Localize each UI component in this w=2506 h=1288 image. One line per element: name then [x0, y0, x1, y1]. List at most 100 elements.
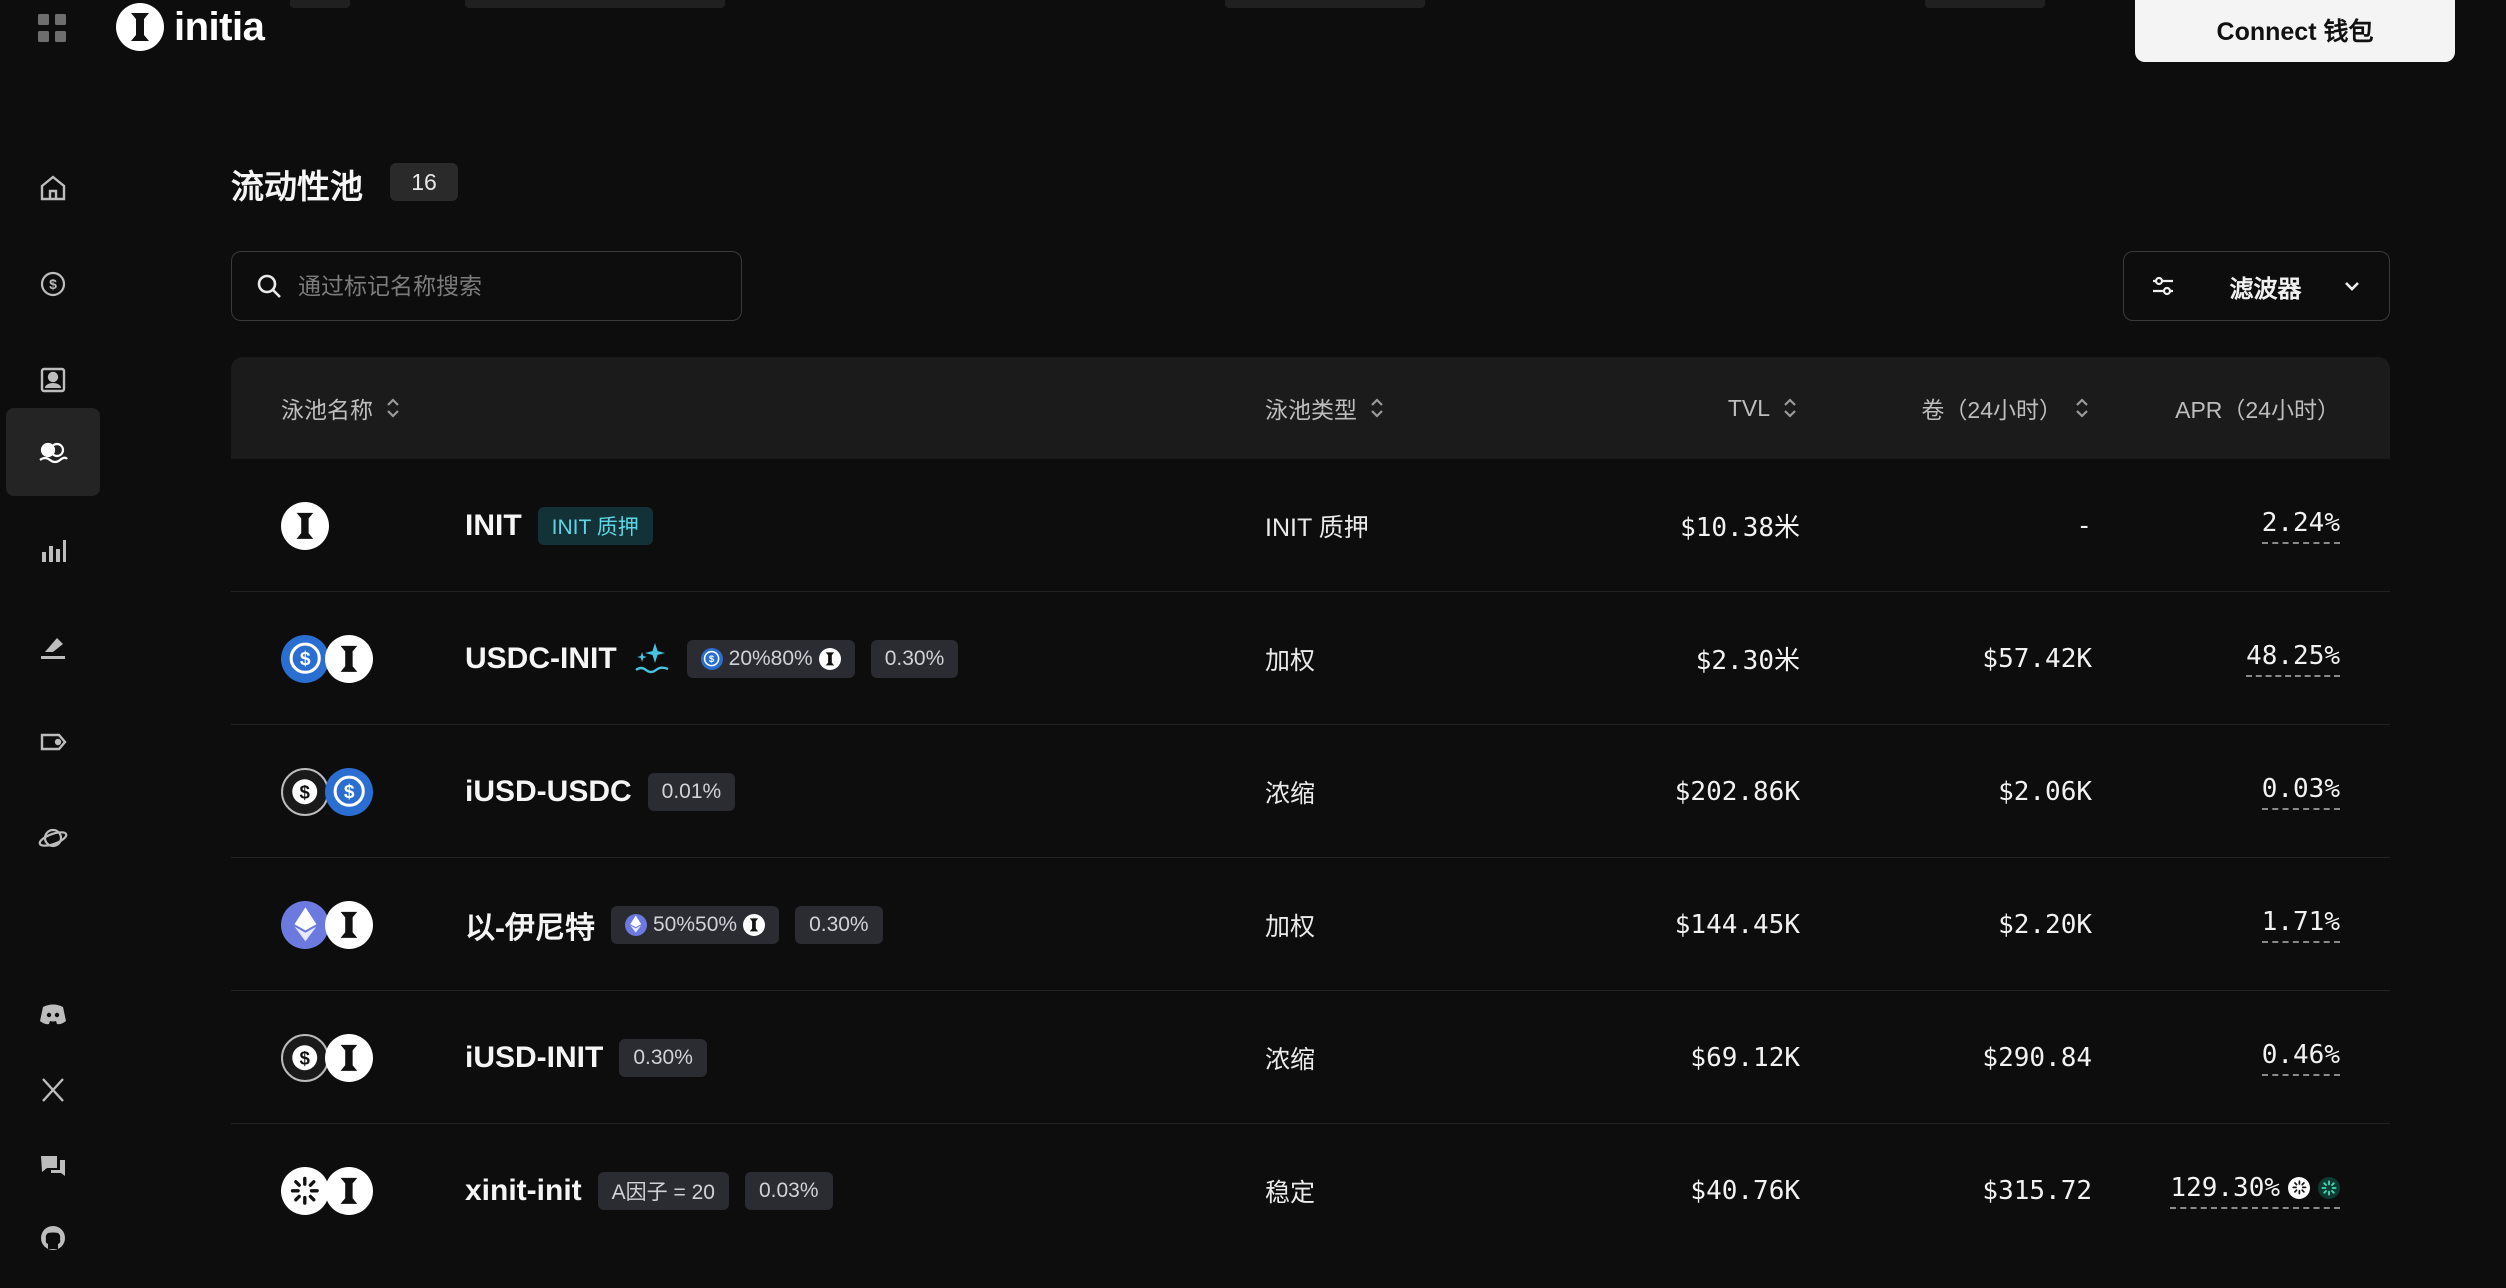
table-header: 泳池名称 泳池类型 TVL 卷（24小时） APR（24小时） — [231, 357, 2390, 459]
pool-token-icons — [281, 858, 373, 991]
search-icon — [257, 274, 281, 298]
pool-apr[interactable]: 2.24% — [2261, 459, 2340, 592]
apr-value: 48.25% — [2246, 640, 2340, 671]
pool-volume: - — [2076, 510, 2092, 541]
connect-wallet-button[interactable]: Connect 钱包 — [2135, 0, 2455, 62]
logo-text: initia — [174, 4, 265, 49]
sidebar-social-discord[interactable] — [6, 970, 100, 1058]
pool-tag: 0.30% — [619, 1038, 707, 1077]
profile-icon — [40, 367, 66, 393]
init-token-icon — [325, 1166, 373, 1215]
usdc-token-icon: $ — [325, 767, 373, 816]
sidebar-item-vote[interactable] — [6, 602, 100, 690]
sidebar-item-swap[interactable]: $ — [6, 240, 100, 328]
init-mini-icon — [818, 647, 841, 670]
pool-tag: 0.30% — [870, 639, 959, 678]
sort-icon — [2076, 398, 2088, 418]
sidebar-social-github[interactable] — [6, 1194, 100, 1282]
forum-icon — [41, 1156, 65, 1176]
pool-name-cell: xinit-init A因子 = 20 0.03% — [465, 1124, 833, 1257]
pool-type: 浓缩 — [1265, 1045, 1316, 1074]
column-header-apr[interactable]: APR（24小时） — [2175, 357, 2340, 459]
column-header-volume[interactable]: 卷（24小时） — [1921, 357, 2092, 459]
sidebar-item-home[interactable] — [6, 144, 100, 232]
xinit-mini-icon — [2288, 1176, 2310, 1199]
pool-name[interactable]: INIT — [465, 509, 522, 543]
filter-label: 滤波器 — [2229, 275, 2302, 303]
sliders-icon — [2153, 276, 2173, 296]
pool-type: 加权 — [1265, 646, 1316, 675]
column-header-tvl[interactable]: TVL — [1728, 357, 1800, 459]
pool-token-icons — [281, 459, 329, 592]
iusd-token-icon: $ — [281, 1033, 329, 1082]
bar-chart-icon — [42, 540, 66, 562]
sidebar-item-ecosystem[interactable] — [6, 794, 100, 882]
pool-row[interactable]: $ $ iUSD-USDC 0.01% 浓缩 $202.86K $2.06K 0.… — [231, 725, 2390, 858]
search-input[interactable] — [298, 272, 718, 300]
pool-tvl: $2.30米 — [1695, 646, 1800, 676]
pool-token-icons: $ $ — [281, 725, 373, 858]
planet-icon — [38, 828, 68, 848]
svg-text:$: $ — [709, 654, 715, 665]
pool-apr[interactable]: 129.30% — [2170, 1124, 2340, 1257]
pool-tvl: $202.86K — [1674, 776, 1800, 807]
column-header-type[interactable]: 泳池类型 — [1265, 357, 1387, 459]
pool-name-cell: USDC-INIT $20%80% 0.30% — [465, 592, 959, 725]
sidebar-item-stats[interactable] — [6, 506, 100, 594]
pool-name[interactable]: xinit-init — [465, 1174, 582, 1208]
svg-text:$: $ — [300, 781, 311, 802]
pool-volume: $315.72 — [1982, 1175, 2092, 1206]
svg-text:$: $ — [300, 1047, 311, 1068]
pool-type: 稳定 — [1265, 1178, 1316, 1207]
init-mini-icon — [743, 913, 766, 936]
pool-token-icons — [281, 1124, 373, 1257]
pool-tag: $20%80% — [686, 639, 855, 678]
faded-text — [465, 0, 725, 8]
faded-text — [1925, 0, 2045, 8]
chevron-down-icon — [2345, 282, 2359, 291]
pool-row[interactable]: INIT INIT 质押 INIT 质押 $10.38米 - 2.24% — [231, 459, 2390, 592]
sort-icon — [1784, 398, 1796, 418]
pool-name-cell: INIT INIT 质押 — [465, 459, 653, 592]
usdc-mini-icon: $ — [700, 647, 723, 670]
pool-name[interactable]: USDC-INIT — [465, 642, 617, 676]
init-token-icon — [325, 900, 373, 949]
app-grid-icon[interactable] — [36, 12, 68, 44]
init-token-icon — [325, 1033, 373, 1082]
pool-row[interactable]: $ USDC-INIT $20%80% 0.30% 加权 $2.30米 $57.4… — [231, 592, 2390, 725]
sidebar-item-tags[interactable] — [6, 698, 100, 786]
pool-row[interactable]: $ iUSD-INIT 0.30% 浓缩 $69.12K $290.84 0.4… — [231, 991, 2390, 1124]
pool-type: 加权 — [1265, 912, 1316, 941]
vote-icon — [41, 638, 65, 659]
pool-tvl: $40.76K — [1690, 1175, 1800, 1206]
filter-button[interactable]: 滤波器 — [2123, 251, 2390, 321]
pool-tvl: $69.12K — [1690, 1042, 1800, 1073]
pool-apr[interactable]: 0.46% — [2261, 991, 2340, 1124]
pool-type: 浓缩 — [1265, 779, 1316, 808]
pool-apr[interactable]: 48.25% — [2246, 592, 2340, 725]
initia-logo-icon — [116, 3, 164, 51]
pool-name[interactable]: iUSD-INIT — [465, 1041, 603, 1075]
sort-icon — [387, 398, 399, 418]
pool-apr[interactable]: 0.03% — [2261, 725, 2340, 858]
faded-text — [1225, 0, 1425, 8]
pool-row[interactable]: xinit-init A因子 = 20 0.03% 稳定 $40.76K $315… — [231, 1124, 2390, 1257]
sidebar: $ — [0, 130, 104, 1280]
initia-logo[interactable]: initia — [116, 2, 265, 52]
xinit-token-icon — [281, 1166, 329, 1215]
pool-row[interactable]: 以-伊尼特 50%50% 0.30% 加权 $144.45K $2.20K 1.7… — [231, 858, 2390, 991]
pool-apr[interactable]: 1.71% — [2261, 858, 2340, 991]
home-icon — [40, 175, 66, 201]
search-box[interactable] — [231, 251, 742, 321]
pool-name[interactable]: iUSD-USDC — [465, 775, 632, 809]
pool-name[interactable]: 以-伊尼特 — [465, 903, 595, 947]
pool-tvl: $10.38米 — [1680, 513, 1800, 543]
table-body: INIT INIT 质押 INIT 质押 $10.38米 - 2.24% $ U… — [231, 459, 2390, 1257]
discord-icon — [40, 1004, 66, 1025]
pool-tag: A因子 = 20 — [597, 1171, 729, 1210]
column-header-name[interactable]: 泳池名称 — [281, 357, 403, 459]
faded-token-icon — [290, 0, 350, 8]
pool-name-cell: 以-伊尼特 50%50% 0.30% — [465, 858, 883, 991]
pool-token-icons: $ — [281, 991, 373, 1124]
sidebar-item-liquidity[interactable] — [6, 408, 100, 496]
